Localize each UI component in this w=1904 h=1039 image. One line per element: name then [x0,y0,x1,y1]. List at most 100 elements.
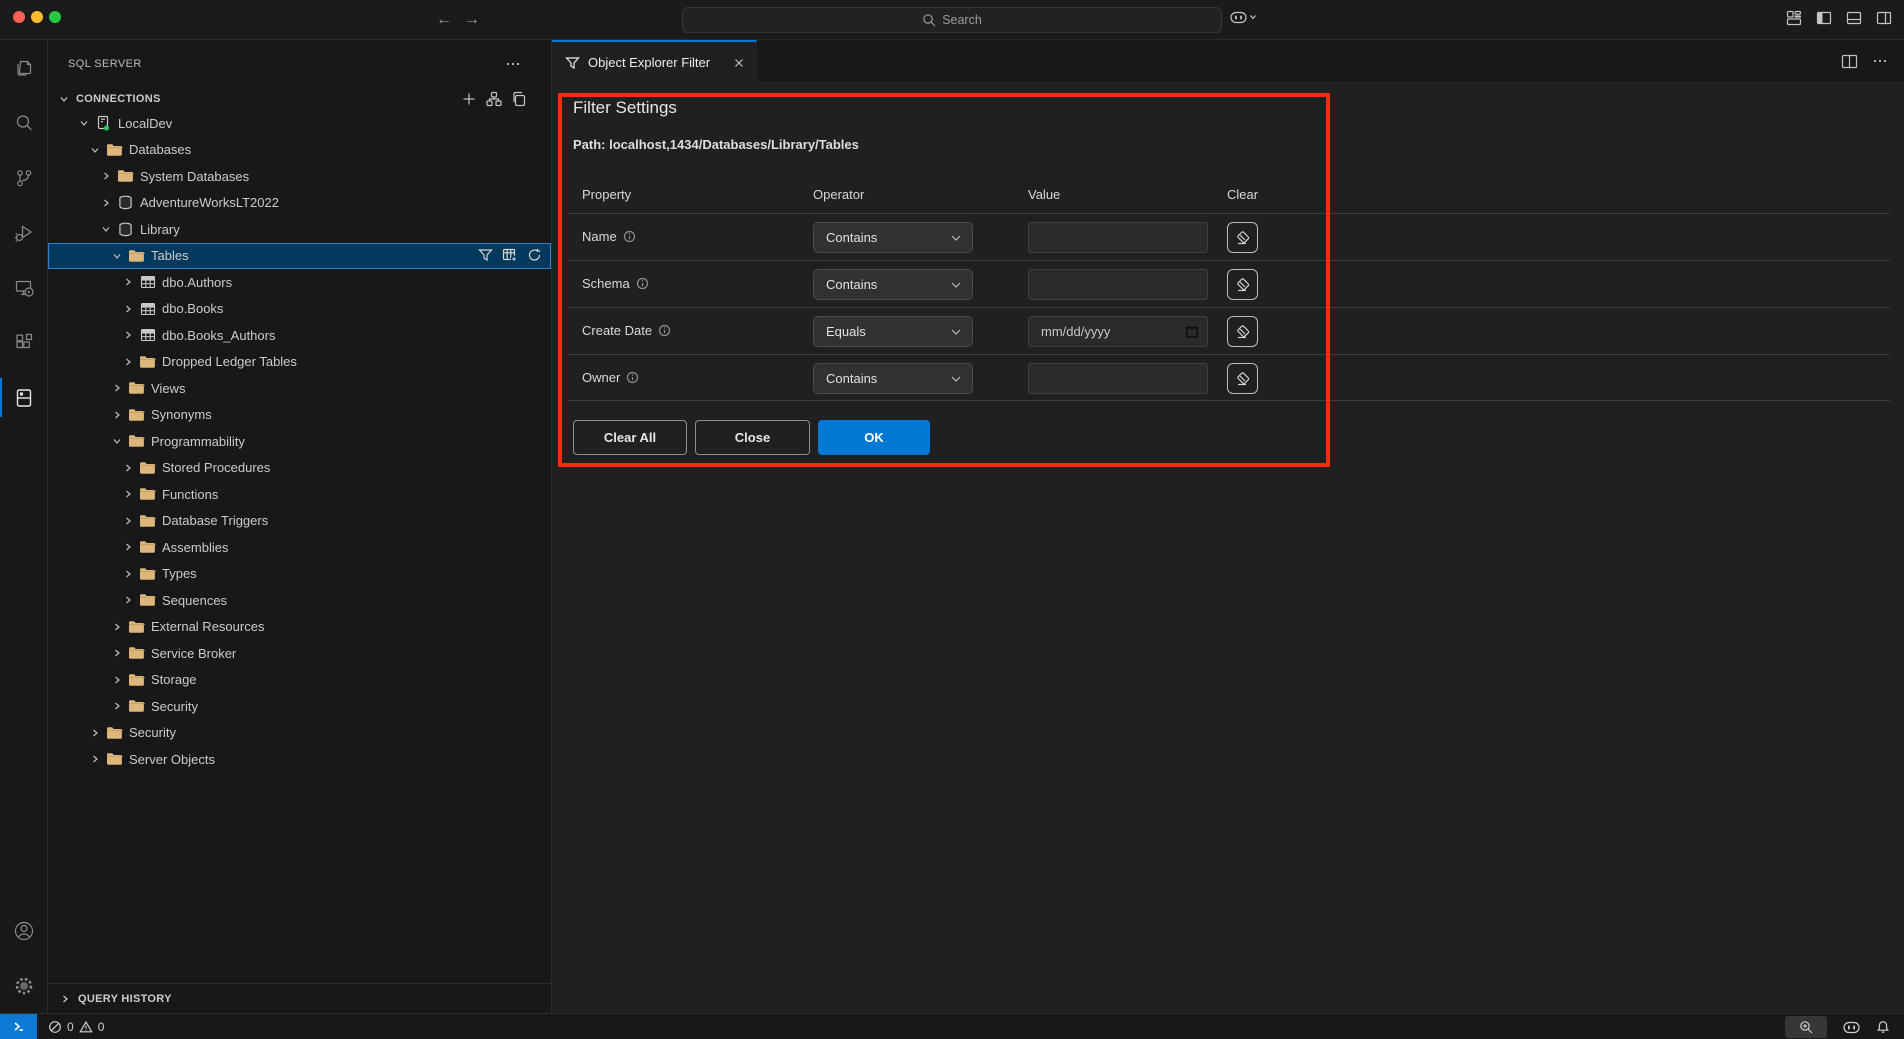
tree-item-stored-procedures[interactable]: Stored Procedures [48,455,551,481]
activity-item-explorer[interactable] [0,40,48,95]
tree-item-external-resources[interactable]: External Resources [48,614,551,640]
chevron-right-icon[interactable] [120,327,136,343]
chevron-right-icon[interactable] [120,539,136,555]
info-icon[interactable] [658,324,671,337]
operator-select[interactable]: Contains [813,269,973,300]
activity-item-source-control[interactable] [0,150,48,205]
tree-item-adventureworkslt2022[interactable]: AdventureWorksLT2022 [48,190,551,216]
clear-filter-button[interactable] [1227,316,1258,347]
chevron-down-icon[interactable] [87,142,103,158]
tree-item-security[interactable]: Security [48,693,551,719]
chevron-right-icon[interactable] [109,672,125,688]
activity-item-run-debug[interactable] [0,205,48,260]
chevron-right-icon[interactable] [120,460,136,476]
copilot-status-icon[interactable] [1843,1020,1860,1034]
tree-item-assemblies[interactable]: Assemblies [48,534,551,560]
value-date-input[interactable]: mm/dd/yyyy [1028,316,1208,347]
tree-item-dropped-ledger-tables[interactable]: Dropped Ledger Tables [48,349,551,375]
chevron-right-icon[interactable] [109,645,125,661]
tree-item-database-triggers[interactable]: Database Triggers [48,508,551,534]
chevron-down-icon[interactable] [109,248,125,264]
value-text-input[interactable] [1028,222,1208,253]
clear-filter-button[interactable] [1227,269,1258,300]
clear-filter-button[interactable] [1227,222,1258,253]
chevron-right-icon[interactable] [87,725,103,741]
chevron-right-icon[interactable] [120,566,136,582]
toggle-panel-bottom-icon[interactable] [1846,10,1862,26]
calendar-icon[interactable] [1185,325,1199,339]
activity-item-remote-explorer[interactable] [0,260,48,315]
activity-item-account[interactable] [0,903,48,958]
chevron-right-icon[interactable] [109,407,125,423]
toggle-sidebar-right-icon[interactable] [1876,10,1892,26]
close-tab-icon[interactable] [732,56,746,70]
connection-groups-icon[interactable] [486,91,502,107]
more-actions-icon[interactable] [1872,53,1888,69]
filter-icon[interactable] [478,248,493,263]
operator-select[interactable]: Equals [813,316,973,347]
chevron-right-icon[interactable] [98,168,114,184]
tree-item-system-databases[interactable]: System Databases [48,163,551,189]
toggle-sidebar-left-icon[interactable] [1816,10,1832,26]
customize-layout-icon[interactable] [1786,10,1802,26]
chevron-right-icon[interactable] [120,274,136,290]
tree-item-types[interactable]: Types [48,561,551,587]
tree-item-library[interactable]: Library [48,216,551,242]
split-editor-icon[interactable] [1841,54,1858,69]
tree-item-server-objects[interactable]: Server Objects [48,746,551,772]
chevron-right-icon[interactable] [109,619,125,635]
tree-item-security[interactable]: Security [48,720,551,746]
tree-item-databases[interactable]: Databases [48,137,551,163]
tree-item-dbo-authors[interactable]: dbo.Authors [48,269,551,295]
maximize-window-button[interactable] [49,11,61,23]
tree-item-views[interactable]: Views [48,375,551,401]
chevron-down-icon[interactable] [109,433,125,449]
tree-item-synonyms[interactable]: Synonyms [48,402,551,428]
duplicate-icon[interactable] [511,91,527,107]
problems-status-item[interactable]: 0 0 [48,1020,104,1034]
close-window-button[interactable] [13,11,25,23]
activity-item-sql-server[interactable] [0,370,48,425]
remote-indicator-button[interactable] [0,1014,37,1039]
chevron-right-icon[interactable] [120,354,136,370]
activity-item-settings-gear[interactable] [0,958,48,1013]
new-table-icon[interactable] [502,248,518,263]
operator-select[interactable]: Contains [813,222,973,253]
activity-item-extensions[interactable] [0,315,48,370]
chevron-right-icon[interactable] [120,301,136,317]
tree-item-dbo-books-authors[interactable]: dbo.Books_Authors [48,322,551,348]
chevron-right-icon[interactable] [109,698,125,714]
tree-item-storage[interactable]: Storage [48,667,551,693]
tab-object-explorer-filter[interactable]: Object Explorer Filter [552,40,757,83]
ok-button[interactable]: OK [818,420,930,455]
refresh-icon[interactable] [527,248,542,263]
navigate-forward-button[interactable]: → [460,8,484,32]
command-center-search[interactable]: Search [682,7,1222,33]
info-icon[interactable] [626,371,639,384]
clear-filter-button[interactable] [1227,363,1258,394]
tree-item-sequences[interactable]: Sequences [48,587,551,613]
chevron-right-icon[interactable] [109,380,125,396]
info-icon[interactable] [636,277,649,290]
zoom-in-status-button[interactable] [1785,1016,1827,1038]
query-history-section-header[interactable]: QUERY HISTORY [48,983,551,1013]
operator-select[interactable]: Contains [813,363,973,394]
tree-item-functions[interactable]: Functions [48,481,551,507]
value-text-input[interactable] [1028,269,1208,300]
clear-all-button[interactable]: Clear All [573,420,687,455]
info-icon[interactable] [623,230,636,243]
minimize-window-button[interactable] [31,11,43,23]
tree-item-dbo-books[interactable]: dbo.Books [48,296,551,322]
connections-section-header[interactable]: CONNECTIONS [48,88,551,110]
activity-item-search[interactable] [0,95,48,150]
chevron-right-icon[interactable] [98,195,114,211]
copilot-menu-button[interactable] [1230,10,1257,24]
value-text-input[interactable] [1028,363,1208,394]
bell-icon[interactable] [1876,1020,1890,1034]
navigate-back-button[interactable]: ← [432,8,456,32]
add-icon[interactable] [461,91,477,107]
tree-item-localdev[interactable]: LocalDev [48,110,551,136]
chevron-right-icon[interactable] [120,592,136,608]
tree-item-programmability[interactable]: Programmability [48,428,551,454]
chevron-down-icon[interactable] [76,115,92,131]
